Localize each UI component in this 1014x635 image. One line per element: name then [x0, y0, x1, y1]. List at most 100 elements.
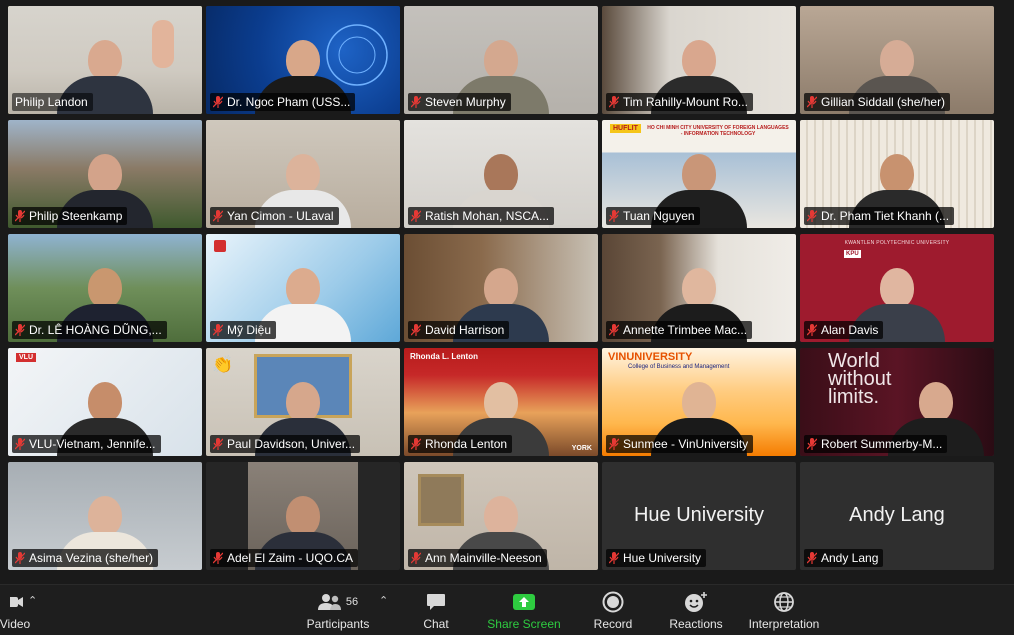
nameplate: Hue University: [606, 549, 707, 567]
nameplate: David Harrison: [408, 321, 510, 339]
participant-name: Adel El Zaim - UQO.CA: [227, 551, 354, 565]
mic-muted-icon: [411, 324, 421, 336]
video-tile[interactable]: Paul Davidson, Univer...: [206, 348, 400, 456]
nameplate: Sunmee - VinUniversity: [606, 435, 754, 453]
participants-icon: [317, 594, 341, 610]
chat-label: Chat: [423, 617, 449, 631]
york-logo: YORK: [571, 445, 592, 452]
interpretation-button[interactable]: Interpretation: [740, 585, 828, 635]
banner-text: VINUNIVERSITY: [608, 351, 693, 363]
participant-name: Annette Trimbee Mac...: [623, 323, 748, 337]
mic-muted-icon: [609, 96, 619, 108]
nameplate: Adel El Zaim - UQO.CA: [210, 549, 359, 567]
participant-name: Sunmee - VinUniversity: [623, 437, 749, 451]
video-tile[interactable]: Asima Vezina (she/her): [8, 462, 202, 570]
mic-muted-icon: [15, 438, 25, 450]
video-options-caret-icon[interactable]: ⌃: [28, 594, 37, 607]
nameplate: Dr. Ngoc Pham (USS...: [210, 93, 356, 111]
participant-name: Philip Landon: [15, 95, 88, 109]
participant-name: Yan Cimon - ULaval: [227, 209, 334, 223]
participant-name: Mỹ Diệu: [227, 323, 272, 337]
video-tile[interactable]: World without limits. Robert Summerby-M.…: [800, 348, 994, 456]
video-tile[interactable]: Dr. LÊ HOÀNG DŨNG,...: [8, 234, 202, 342]
mic-muted-icon: [411, 96, 421, 108]
mic-muted-icon: [609, 210, 619, 222]
participants-button[interactable]: 56 Participants: [298, 585, 378, 635]
video-tile[interactable]: Mỹ Diệu: [206, 234, 400, 342]
video-tile[interactable]: Yan Cimon - ULaval: [206, 120, 400, 228]
video-tile[interactable]: Steven Murphy: [404, 6, 598, 114]
mic-muted-icon: [807, 552, 817, 564]
nameplate: Philip Landon: [12, 93, 93, 111]
video-tile[interactable]: Ratish Mohan, NSCA...: [404, 120, 598, 228]
video-tile[interactable]: VLU VLU-Vietnam, Jennife...: [8, 348, 202, 456]
mic-muted-icon: [807, 210, 817, 222]
nameplate: Alan Davis: [804, 321, 884, 339]
video-tile[interactable]: Dr. Ngoc Pham (USS...: [206, 6, 400, 114]
nameplate: Rhonda Lenton: [408, 435, 513, 453]
display-name: Andy Lang: [849, 504, 945, 526]
banner-text: KWANTLEN POLYTECHNIC UNIVERSITY: [844, 240, 950, 246]
participant-name: Philip Steenkamp: [29, 209, 123, 223]
nameplate: Tim Rahilly-Mount Ro...: [606, 93, 753, 111]
participant-name: Tim Rahilly-Mount Ro...: [623, 95, 748, 109]
participant-name: Tuan Nguyen: [623, 209, 695, 223]
participants-options-caret-icon[interactable]: ⌃: [379, 594, 388, 607]
video-tile[interactable]: Tim Rahilly-Mount Ro...: [602, 6, 796, 114]
mic-muted-icon: [15, 210, 25, 222]
video-tile[interactable]: Ann Mainville-Neeson: [404, 462, 598, 570]
reactions-label: Reactions: [669, 617, 723, 631]
participant-name: Steven Murphy: [425, 95, 506, 109]
nameplate: Mỹ Diệu: [210, 321, 277, 339]
banner-logo: HUFLIT: [610, 124, 641, 133]
participant-name: Ann Mainville-Neeson: [425, 551, 542, 565]
video-tile[interactable]: Dr. Pham Tiet Khanh (...: [800, 120, 994, 228]
raised-hand: [152, 20, 174, 68]
banner-subtext: College of Business and Management: [628, 364, 730, 370]
kpu-logo: KPU: [844, 250, 861, 258]
mic-muted-icon: [411, 438, 421, 450]
video-tile[interactable]: Andy Lang Andy Lang: [800, 462, 994, 570]
mic-muted-icon: [411, 552, 421, 564]
add-reaction-icon: [685, 592, 707, 612]
mic-muted-icon: [213, 438, 223, 450]
video-tile[interactable]: Adel El Zaim - UQO.CA: [206, 462, 400, 570]
video-tile[interactable]: KWANTLEN POLYTECHNIC UNIVERSITY KPU Alan…: [800, 234, 994, 342]
nameplate: Ratish Mohan, NSCA...: [408, 207, 555, 225]
video-tile[interactable]: Philip Steenkamp: [8, 120, 202, 228]
chat-button[interactable]: Chat: [412, 585, 460, 635]
video-tile[interactable]: Philip Landon: [8, 6, 202, 114]
chat-bubble-icon: [427, 594, 445, 610]
nameplate: Robert Summerby-M...: [804, 435, 948, 453]
participant-name: Gillian Siddall (she/her): [821, 95, 946, 109]
video-tile[interactable]: HUFLIT HO CHI MINH CITY UNIVERSITY OF FO…: [602, 120, 796, 228]
record-label: Record: [593, 617, 633, 631]
nameplate: Gillian Siddall (she/her): [804, 93, 951, 111]
video-tile[interactable]: Annette Trimbee Mac...: [602, 234, 796, 342]
video-camera-icon: [10, 597, 23, 607]
mic-muted-icon: [213, 552, 223, 564]
mic-muted-icon: [807, 324, 817, 336]
nameplate: Andy Lang: [804, 549, 884, 567]
reactions-button[interactable]: Reactions: [662, 585, 730, 635]
participant-name: Robert Summerby-M...: [821, 437, 943, 451]
video-tile[interactable]: David Harrison: [404, 234, 598, 342]
video-button[interactable]: Video: [0, 585, 38, 635]
video-tile[interactable]: Gillian Siddall (she/her): [800, 6, 994, 114]
participant-name: Paul Davidson, Univer...: [227, 437, 356, 451]
participants-label: Participants: [306, 617, 370, 631]
nameplate: Tuan Nguyen: [606, 207, 700, 225]
video-tile[interactable]: Rhonda L. Lenton YORK Rhonda Lenton: [404, 348, 598, 456]
mic-muted-icon: [807, 96, 817, 108]
video-tile[interactable]: VINUNIVERSITY College of Business and Ma…: [602, 348, 796, 456]
video-grid: Philip Landon Dr. Ngoc Pham (USS... Stev…: [8, 6, 994, 570]
banner-text: HO CHI MINH CITY UNIVERSITY OF FOREIGN L…: [647, 125, 789, 137]
record-button[interactable]: Record: [584, 585, 642, 635]
nameplate: Yan Cimon - ULaval: [210, 207, 339, 225]
nameplate: Dr. LÊ HOÀNG DŨNG,...: [12, 321, 167, 339]
video-tile[interactable]: Hue University Hue University: [602, 462, 796, 570]
slogan-text: World without limits.: [828, 350, 892, 408]
share-screen-label: Share Screen: [487, 617, 561, 631]
video-label: Video: [0, 617, 31, 631]
share-screen-button[interactable]: Share Screen: [480, 585, 568, 635]
